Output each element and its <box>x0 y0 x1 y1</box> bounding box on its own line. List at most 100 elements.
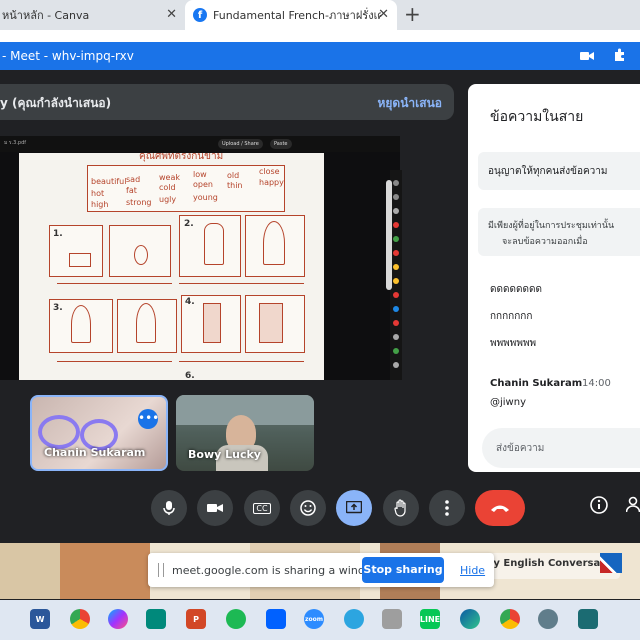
message-sender: Chanin Sukaram <box>490 378 583 389</box>
camera-button[interactable] <box>197 490 233 526</box>
old-man-drawing <box>71 305 91 343</box>
item-number: 1. <box>53 229 63 239</box>
word: weak <box>159 173 180 182</box>
emoji-icon <box>300 500 316 516</box>
messenger-icon[interactable] <box>108 609 128 629</box>
worksheet-page: คุณศัพท์ตรงกันข้าม beautiful sad weak lo… <box>19 153 324 380</box>
word: strong <box>126 198 152 207</box>
word: happy <box>259 178 284 187</box>
message-time: 14:00 <box>582 378 611 389</box>
leave-call-button[interactable] <box>475 490 525 526</box>
drag-handle-icon[interactable] <box>158 563 164 577</box>
word: high <box>91 200 109 209</box>
chat-message: ดดดดดดดด <box>490 284 542 295</box>
upload-share-button: Upload / Share <box>218 139 263 149</box>
close-tab-icon[interactable]: ✕ <box>378 7 389 22</box>
presenter-label: y (คุณกำลังนำเสนอ) <box>0 96 112 110</box>
emoji-button[interactable] <box>290 490 326 526</box>
paste-button: Paste <box>270 139 292 149</box>
scrollbar[interactable] <box>386 180 392 290</box>
mic-button[interactable] <box>151 490 187 526</box>
chrome-icon[interactable] <box>70 609 90 629</box>
line-icon[interactable]: LINE <box>420 609 440 629</box>
word-icon[interactable]: W <box>30 609 50 629</box>
sharing-message: meet.google.com is sharing a window. <box>172 564 384 577</box>
word: sad <box>126 175 141 184</box>
tab-label: Fundamental French-ภาษาฝรั่งเศส <box>213 9 381 22</box>
word: close <box>259 167 280 176</box>
hide-button[interactable]: Hide <box>460 564 485 577</box>
microphone-app-icon[interactable] <box>382 609 402 629</box>
clipchamp-icon[interactable] <box>578 609 598 629</box>
powerpoint-icon[interactable]: P <box>186 609 206 629</box>
item-number: 6. <box>185 371 195 380</box>
participant-tile[interactable]: ••• Chanin Sukaram <box>30 395 168 471</box>
worksheet-title: คุณศัพท์ตรงกันข้าม <box>139 153 224 162</box>
camera-icon <box>207 504 223 512</box>
glasses-filter <box>38 415 80 449</box>
participant-tile[interactable]: Bowy Lucky <box>176 395 314 471</box>
close-tab-icon[interactable]: ✕ <box>166 7 177 22</box>
chat-message: @jiwny <box>490 397 526 408</box>
compose-placeholder: ส่งข้อความ <box>496 443 545 454</box>
stop-presenting-button[interactable]: หยุดนำเสนอ <box>377 94 442 113</box>
word-box <box>87 165 285 212</box>
tab-canva[interactable]: หน้าหลัก - Canva ✕ <box>0 0 185 30</box>
door-drawing <box>203 303 221 343</box>
word: ugly <box>159 195 177 204</box>
settings-icon[interactable] <box>538 609 558 629</box>
present-icon <box>346 501 362 514</box>
more-options-button[interactable] <box>429 490 465 526</box>
chat-message: กกกกกกก <box>490 311 533 322</box>
presentation-bar: y (คุณกำลังนำเสนอ) หยุดนำเสนอ <box>0 84 454 120</box>
facebook-icon: f <box>193 8 207 22</box>
new-tab-icon[interactable]: + <box>404 2 421 26</box>
spotify-icon[interactable] <box>226 609 246 629</box>
dropbox-icon[interactable] <box>266 609 286 629</box>
chat-panel: ข้อความในสาย อนุญาตให้ทุกคนส่งข้อความ มี… <box>468 84 640 472</box>
chat-info-note: มีเพียงผู้ที่อยู่ในการประชุมเท่านั้น จะล… <box>478 208 640 256</box>
raise-hand-button[interactable] <box>383 490 419 526</box>
allow-messages-toggle[interactable]: อนุญาตให้ทุกคนส่งข้อความ <box>478 152 640 190</box>
tab-label: หน้าหลัก - Canva <box>2 9 90 22</box>
word: fat <box>126 186 137 195</box>
word: cold <box>159 183 176 192</box>
note-line: มีเพียงผู้ที่อยู่ในการประชุมเท่านั้น <box>488 221 615 231</box>
note-line: จะลบข้อความออกเมื่อ <box>502 237 588 247</box>
more-icon <box>445 500 449 516</box>
meet-title-bar: - Meet - whv-impq-rxv <box>0 42 640 70</box>
chat-title: ข้อความในสาย <box>490 109 584 125</box>
uk-flag-icon <box>600 553 622 573</box>
girl-drawing <box>204 223 224 265</box>
word: hot <box>91 189 105 198</box>
chat-compose-input[interactable]: ส่งข้อความ <box>482 428 640 468</box>
shared-toolbar: ม ร.3.pdf Upload / Share Paste <box>0 136 400 152</box>
browser-tab-strip: หน้าหลัก - Canva ✕ f Fundamental French-… <box>0 0 640 30</box>
present-button[interactable] <box>336 490 372 526</box>
word: beautiful <box>91 177 127 186</box>
item-number: 4. <box>185 297 195 307</box>
chrome-profile-icon[interactable] <box>500 609 520 629</box>
camera-icon[interactable] <box>580 50 594 62</box>
more-options-icon[interactable]: ••• <box>138 409 159 429</box>
edge-icon[interactable] <box>460 609 480 629</box>
item-number: 2. <box>184 219 194 229</box>
tab-separator <box>0 30 640 42</box>
word: old <box>227 171 240 180</box>
people-button[interactable] <box>625 496 640 518</box>
raise-hand-icon <box>394 499 406 517</box>
allow-messages-label: อนุญาตให้ทุกคนส่งข้อความ <box>488 166 608 177</box>
taskbar: W P zoom LINE <box>0 600 640 640</box>
meeting-info-button[interactable] <box>590 496 608 518</box>
tab-facebook[interactable]: f Fundamental French-ภาษาฝรั่งเศส ✕ <box>185 0 397 30</box>
telegram-icon[interactable] <box>344 609 364 629</box>
meet-icon[interactable] <box>146 609 166 629</box>
zoom-icon[interactable]: zoom <box>304 609 324 629</box>
extension-icon[interactable] <box>612 48 626 62</box>
captions-button[interactable]: CC <box>244 490 280 526</box>
stop-sharing-button[interactable]: Stop sharing <box>362 557 444 583</box>
chat-message: พพพพพพพ <box>490 338 537 349</box>
info-icon <box>590 496 608 514</box>
item-number: 3. <box>53 303 63 313</box>
word: thin <box>227 181 243 190</box>
